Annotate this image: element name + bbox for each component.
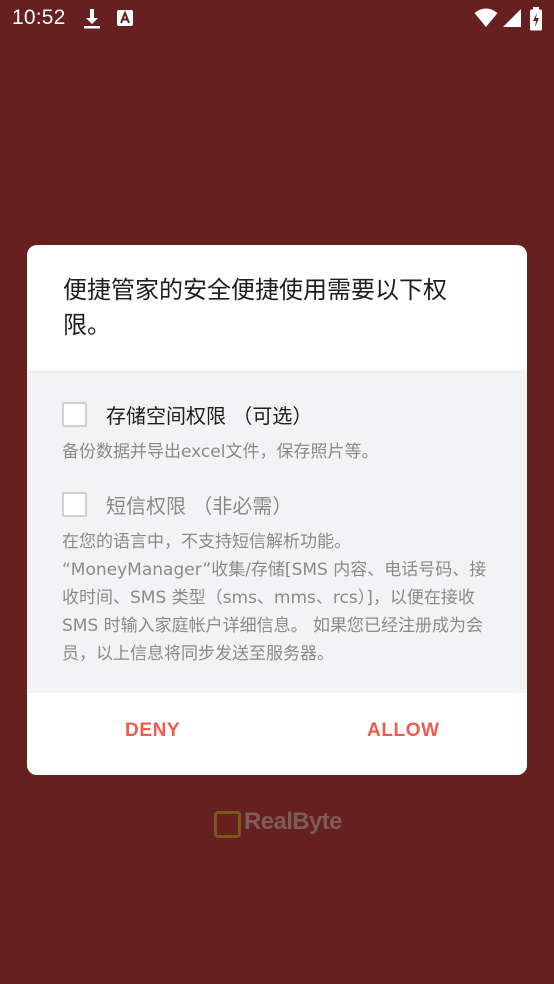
wifi-icon <box>474 7 498 33</box>
deny-button[interactable]: DENY <box>125 720 180 742</box>
dialog-actions: DENY ALLOW <box>27 693 527 775</box>
dialog-title: 便捷管家的安全便捷使用需要以下权限。 <box>63 276 447 339</box>
sms-description-line1: 在您的语言中，不支持短信解析功能。 <box>62 532 351 552</box>
logo-text: RealByte <box>244 808 343 835</box>
a-icon <box>116 7 134 33</box>
signal-icon <box>502 7 522 33</box>
sms-permission-label: 短信权限 （非必需） <box>106 494 293 518</box>
status-time: 10:52 <box>12 6 66 29</box>
allow-button[interactable]: ALLOW <box>367 720 440 742</box>
sms-description-line2: “MoneyManager”收集/存储[SMS 内容、电话号码、接收时间、SMS… <box>62 560 487 664</box>
storage-permission-checkbox[interactable] <box>62 402 87 427</box>
permissions-list: 存储空间权限 （可选） 备份数据并导出excel文件，保存照片等。 短信权限 （… <box>27 371 527 694</box>
logo-square-icon <box>214 811 241 838</box>
storage-permission-description: 备份数据并导出excel文件，保存照片等。 <box>62 442 379 462</box>
battery-icon <box>529 7 543 35</box>
storage-permission-label: 存储空间权限 （可选） <box>106 404 313 428</box>
sms-permission-description: 在您的语言中，不支持短信解析功能。 “MoneyManager”收集/存储[SM… <box>62 528 502 668</box>
download-icon <box>82 7 102 35</box>
status-bar: 10:52 <box>0 0 554 38</box>
permission-dialog: 便捷管家的安全便捷使用需要以下权限。 存储空间权限 （可选） 备份数据并导出ex… <box>27 245 527 775</box>
sms-permission-checkbox[interactable] <box>62 492 87 517</box>
